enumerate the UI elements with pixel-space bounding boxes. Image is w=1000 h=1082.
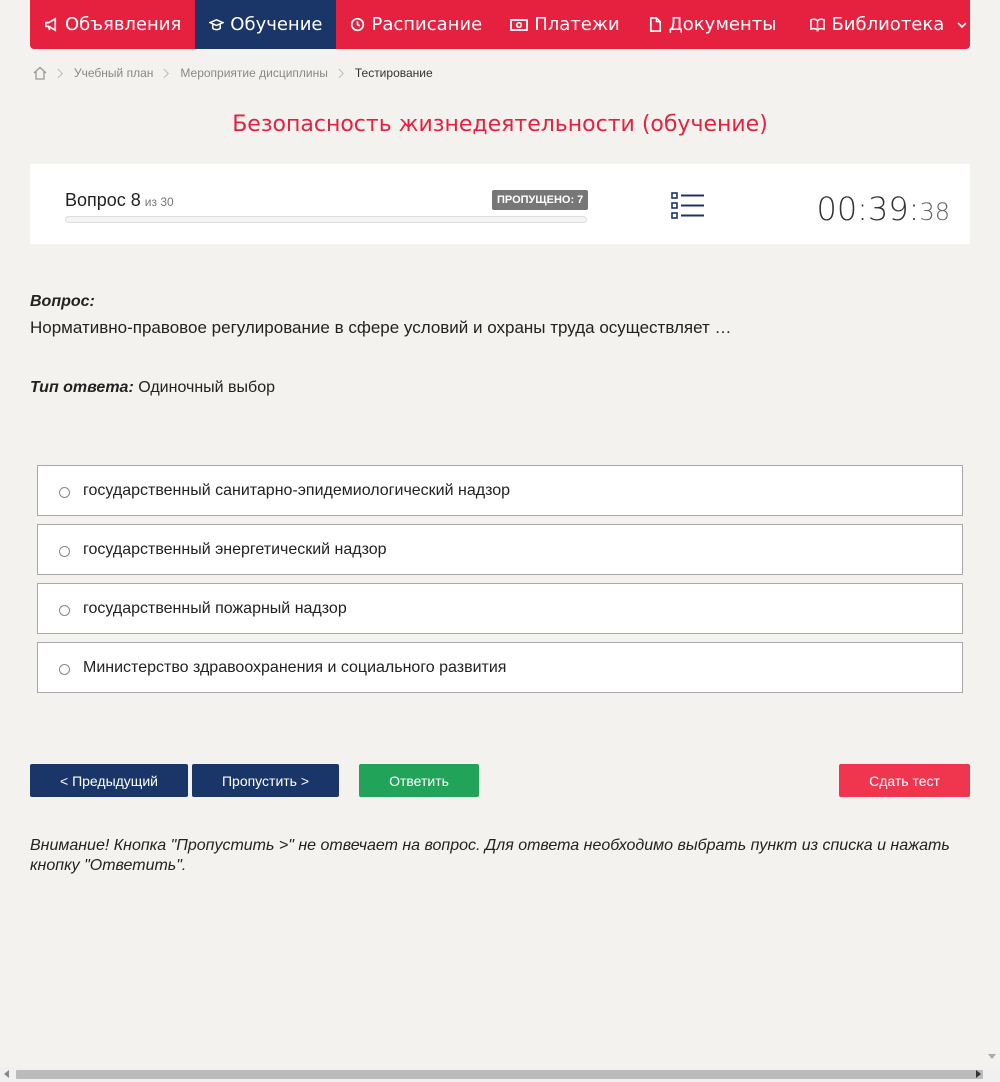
skip-button[interactable]: Пропустить > — [192, 764, 339, 797]
answer-options: государственный санитарно-эпидемиологиче… — [37, 465, 963, 701]
nav-item-label: Платежи — [534, 14, 620, 35]
chevron-right-icon — [57, 68, 64, 79]
breadcrumb-item-event[interactable]: Мероприятие дисциплины — [180, 66, 327, 80]
notice-text: Внимание! Кнопка "Пропустить >" не отвеч… — [30, 837, 950, 874]
breadcrumb-item-plan[interactable]: Учебный план — [74, 66, 153, 80]
document-icon — [649, 17, 661, 32]
clock-icon — [351, 17, 365, 32]
timer-seconds: 38 — [919, 198, 950, 226]
answer-option-label: государственный пожарный надзор — [83, 599, 347, 617]
question-total: из 30 — [144, 195, 174, 209]
chevron-down-icon — [957, 21, 967, 28]
timer-main: 00:39: — [816, 190, 920, 228]
scroll-up-arrow[interactable] — [988, 1054, 996, 1059]
scrollbar-thumb[interactable] — [16, 1070, 983, 1079]
finish-test-button[interactable]: Сдать тест — [839, 764, 970, 797]
answer-option[interactable]: государственный пожарный надзор — [37, 583, 963, 634]
question-number: Вопрос 8 — [65, 190, 141, 210]
nav-item-library[interactable]: Библиотека — [796, 0, 982, 49]
radio-button[interactable] — [59, 545, 70, 557]
timer: 00:39:38 — [816, 190, 950, 228]
question-list-icon[interactable] — [670, 191, 706, 221]
nav-item-schedule[interactable]: Расписание — [336, 0, 496, 49]
chevron-right-icon — [163, 68, 170, 79]
answer-option[interactable]: государственный энергетический надзор — [37, 524, 963, 575]
nav-item-label: Расписание — [371, 14, 483, 35]
progress-bar — [65, 216, 587, 223]
horizontal-scrollbar[interactable] — [0, 1067, 1000, 1082]
scroll-left-arrow[interactable] — [4, 1070, 9, 1078]
question-heading: Вопрос: — [30, 293, 95, 310]
answer-option-label: государственный энергетический надзор — [83, 540, 387, 558]
radio-button[interactable] — [59, 604, 70, 616]
main-nav: Объявления Обучение Расписание Платежи Д… — [30, 0, 970, 49]
book-icon — [810, 18, 826, 32]
answer-option[interactable]: государственный санитарно-эпидемиологиче… — [37, 465, 963, 516]
nav-item-documents[interactable]: Документы — [634, 0, 791, 49]
nav-item-payments[interactable]: Платежи — [496, 0, 634, 49]
previous-button[interactable]: < Предыдущий — [30, 764, 188, 797]
answer-type: Тип ответа: Одиночный выбор — [30, 379, 275, 397]
radio-button[interactable] — [59, 486, 70, 498]
breadcrumb: Учебный план Мероприятие дисциплины Тест… — [33, 63, 433, 83]
megaphone-icon — [45, 17, 57, 32]
scroll-right-arrow[interactable] — [976, 1070, 981, 1078]
nav-item-label: Обучение — [230, 14, 323, 35]
answer-option-label: Министерство здравоохранения и социально… — [83, 658, 507, 676]
nav-item-learning[interactable]: Обучение — [195, 0, 337, 49]
answer-option-label: государственный санитарно-эпидемиологиче… — [83, 481, 511, 499]
money-icon — [510, 18, 529, 31]
nav-item-label: Объявления — [65, 14, 182, 35]
chevron-right-icon — [338, 68, 345, 79]
nav-item-announcements[interactable]: Объявления — [30, 0, 195, 49]
question-counter: Вопрос 8 из 30 — [65, 190, 174, 211]
radio-button[interactable] — [59, 663, 70, 675]
page-title: Безопасность жизнедеятельности (обучение… — [232, 112, 768, 137]
skipped-badge: ПРОПУЩЕНО: 7 — [492, 190, 589, 210]
answer-option[interactable]: Министерство здравоохранения и социально… — [37, 642, 963, 693]
answer-button[interactable]: Ответить — [359, 764, 479, 797]
test-status-panel: Вопрос 8 из 30 ПРОПУЩЕНО: 7 00:39:38 — [30, 164, 970, 244]
nav-item-label: Документы — [668, 14, 777, 35]
nav-item-label: Библиотека — [831, 14, 945, 35]
question-text: Нормативно-правовое регулирование в сфер… — [30, 318, 732, 337]
answer-type-label: Тип ответа: — [30, 379, 134, 396]
answer-type-value: Одиночный выбор — [138, 379, 275, 396]
home-icon[interactable] — [33, 66, 47, 80]
breadcrumb-item-current: Тестирование — [354, 66, 433, 80]
graduation-cap-icon — [209, 18, 225, 31]
